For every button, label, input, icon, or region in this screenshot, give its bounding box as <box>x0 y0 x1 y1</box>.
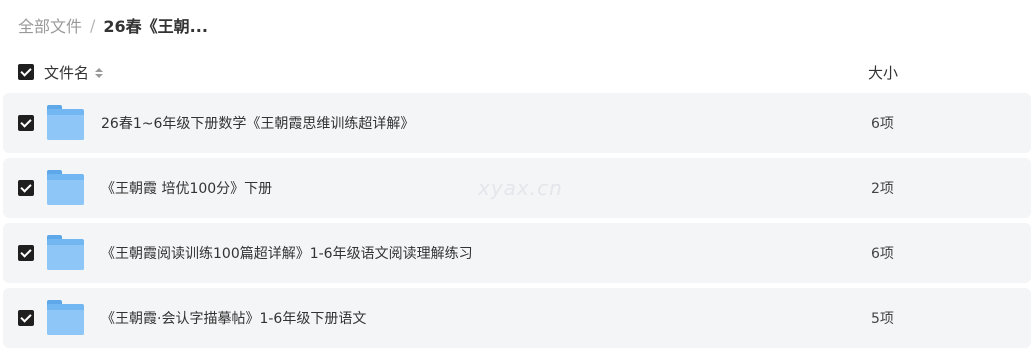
folder-icon <box>47 235 84 270</box>
row-checkbox[interactable] <box>18 245 34 261</box>
row-checkbox[interactable] <box>18 180 34 196</box>
file-name[interactable]: 《王朝霞·会认字描摹帖》1-6年级下册语文 <box>101 308 366 328</box>
row-checkbox[interactable] <box>18 310 34 326</box>
folder-icon <box>47 105 84 140</box>
file-size: 6项 <box>871 246 894 262</box>
breadcrumb: 全部文件 / 26春《王朝... <box>18 13 208 37</box>
breadcrumb-current-folder: 26春《王朝... <box>103 17 208 36</box>
file-name[interactable]: 《王朝霞阅读训练100篇超详解》1-6年级语文阅读理解练习 <box>101 243 473 263</box>
column-header-name-label: 文件名 <box>44 64 90 82</box>
file-size: 6项 <box>871 116 894 132</box>
file-row[interactable]: 《王朝霞·会认字描摹帖》1-6年级下册语文 5项 <box>3 288 1031 348</box>
file-name[interactable]: 《王朝霞 培优100分》下册 <box>101 178 272 198</box>
column-header-size: 大小 <box>868 64 899 82</box>
folder-icon <box>47 300 84 335</box>
row-checkbox[interactable] <box>18 115 34 131</box>
column-header-name[interactable]: 文件名 <box>44 62 104 83</box>
watermark: xyax.cn <box>478 176 563 200</box>
file-row[interactable]: 《王朝霞阅读训练100篇超详解》1-6年级语文阅读理解练习 6项 <box>3 223 1031 283</box>
file-size: 2项 <box>871 181 894 197</box>
select-all-checkbox[interactable] <box>18 64 34 80</box>
breadcrumb-root-link[interactable]: 全部文件 <box>18 13 82 37</box>
file-row[interactable]: 26春1~6年级下册数学《王朝霞思维训练超详解》 6项 <box>3 93 1031 153</box>
breadcrumb-separator: / <box>90 15 96 35</box>
file-name[interactable]: 26春1~6年级下册数学《王朝霞思维训练超详解》 <box>101 113 414 133</box>
sort-icon[interactable] <box>95 67 104 78</box>
file-list-header: 文件名 大小 <box>0 58 1034 88</box>
file-size: 5项 <box>871 311 894 327</box>
folder-icon <box>47 170 84 205</box>
